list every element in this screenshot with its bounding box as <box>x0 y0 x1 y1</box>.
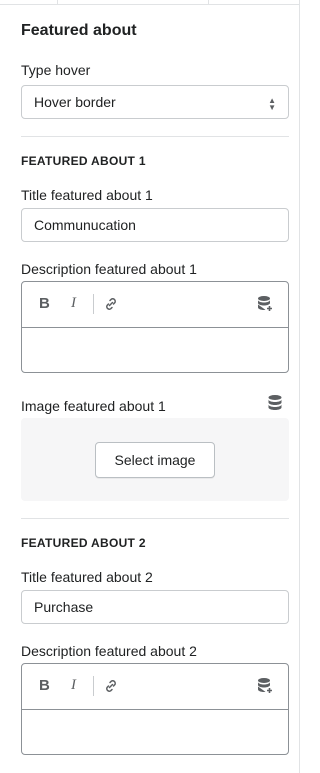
section-divider <box>21 136 289 137</box>
description-featured-1-editor[interactable]: B I <box>21 281 289 373</box>
type-hover-label: Type hover <box>21 62 91 78</box>
title-featured-1-label: Title featured about 1 <box>21 187 153 203</box>
select-image-button[interactable]: Select image <box>95 442 215 478</box>
section-heading-featured-1: FEATURED ABOUT 1 <box>21 154 146 168</box>
database-icon[interactable] <box>267 394 283 417</box>
tab-divider <box>57 0 58 4</box>
title-featured-1-input[interactable]: Communucation <box>21 208 289 242</box>
toolbar-separator <box>93 294 94 314</box>
italic-icon[interactable]: I <box>71 677 76 694</box>
editor-toolbar: B I <box>22 664 288 710</box>
italic-icon[interactable]: I <box>71 295 76 312</box>
page-title: Featured about <box>21 22 137 39</box>
bold-icon[interactable]: B <box>39 677 50 694</box>
image-featured-1-dropzone: Select image <box>21 418 289 501</box>
image-featured-1-label: Image featured about 1 <box>21 398 166 414</box>
select-arrows-icon: ▲ ▼ <box>268 96 276 112</box>
dynamic-source-icon[interactable] <box>256 677 274 700</box>
bold-icon[interactable]: B <box>39 295 50 312</box>
panel-border <box>299 0 300 773</box>
editor-toolbar: B I <box>22 282 288 328</box>
link-icon[interactable] <box>103 296 119 316</box>
section-heading-featured-2: FEATURED ABOUT 2 <box>21 536 146 550</box>
toolbar-separator <box>93 676 94 696</box>
tab-divider <box>208 0 209 4</box>
title-featured-2-input[interactable]: Purchase <box>21 590 289 624</box>
section-divider <box>21 518 289 519</box>
description-featured-2-editor[interactable]: B I <box>21 663 289 755</box>
title-featured-2-label: Title featured about 2 <box>21 569 153 585</box>
type-hover-select[interactable]: Hover border ▲ ▼ <box>21 85 289 119</box>
description-featured-2-label: Description featured about 2 <box>21 643 197 659</box>
dynamic-source-icon[interactable] <box>256 295 274 318</box>
top-tab-bar <box>0 0 300 5</box>
type-hover-value: Hover border <box>34 94 116 110</box>
description-featured-1-label: Description featured about 1 <box>21 261 197 277</box>
link-icon[interactable] <box>103 678 119 698</box>
